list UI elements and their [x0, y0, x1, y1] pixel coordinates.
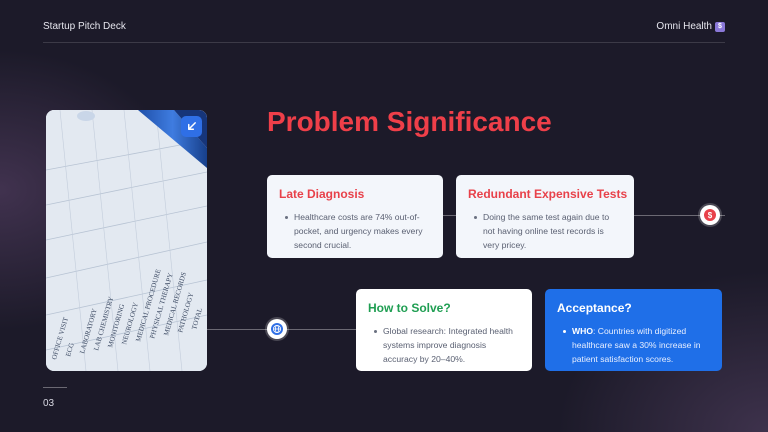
dollar-icon: $	[704, 209, 716, 221]
medical-form-photo: OFFICE VISIT ECG LABORATORY LAB CHEMISTRY MO…	[46, 110, 207, 371]
card-acceptance: Acceptance? WHO: Countries with digitize…	[545, 289, 722, 371]
card-title: How to Solve?	[368, 301, 451, 315]
card-bullet: WHO: Countries with digitized healthcare…	[557, 324, 710, 366]
card-text: Global research: Integrated health syste…	[383, 326, 513, 364]
card-text: Healthcare costs are 74% out-of-pocket, …	[294, 212, 423, 250]
brand-logo-icon: $	[715, 21, 725, 32]
card-redundant-tests: Redundant Expensive Tests Doing the same…	[456, 175, 634, 258]
slide-title: Problem Significance	[267, 106, 552, 137]
card-late-diagnosis: Late Diagnosis Healthcare costs are 74% …	[267, 175, 443, 258]
globe-node	[267, 319, 287, 339]
bullet-dot-icon	[563, 330, 566, 333]
expand-button[interactable]	[181, 116, 202, 137]
card-text-strong: WHO	[572, 326, 594, 336]
brand: Omni Health $	[656, 21, 725, 32]
bullet-dot-icon	[374, 330, 377, 333]
card-text-wrap: WHO: Countries with digitized healthcare…	[572, 324, 710, 366]
expand-arrow-icon	[188, 122, 196, 130]
bullet-dot-icon	[474, 216, 477, 219]
brand-name: Omni Health	[656, 21, 712, 32]
card-title: Redundant Expensive Tests	[468, 187, 628, 201]
dollar-node: $	[700, 205, 720, 225]
footer-divider	[43, 387, 67, 388]
card-title: Acceptance?	[557, 301, 632, 315]
header-divider	[43, 42, 725, 43]
globe-icon	[271, 323, 283, 335]
card-bullet: Global research: Integrated health syste…	[368, 324, 520, 366]
bullet-dot-icon	[285, 216, 288, 219]
card-how-to-solve: How to Solve? Global research: Integrate…	[356, 289, 532, 371]
page-number: 03	[43, 398, 55, 409]
header-title: Startup Pitch Deck	[43, 21, 126, 32]
card-bullet: Healthcare costs are 74% out-of-pocket, …	[279, 210, 431, 252]
card-text: Doing the same test again due to not hav…	[483, 212, 610, 250]
medical-form-illustration: OFFICE VISITECG LABORATORYLAB CHEMISTRYMO…	[46, 110, 207, 371]
card-title: Late Diagnosis	[279, 187, 365, 201]
svg-text:$: $	[708, 211, 713, 220]
card-bullet: Doing the same test again due to not hav…	[468, 210, 622, 252]
